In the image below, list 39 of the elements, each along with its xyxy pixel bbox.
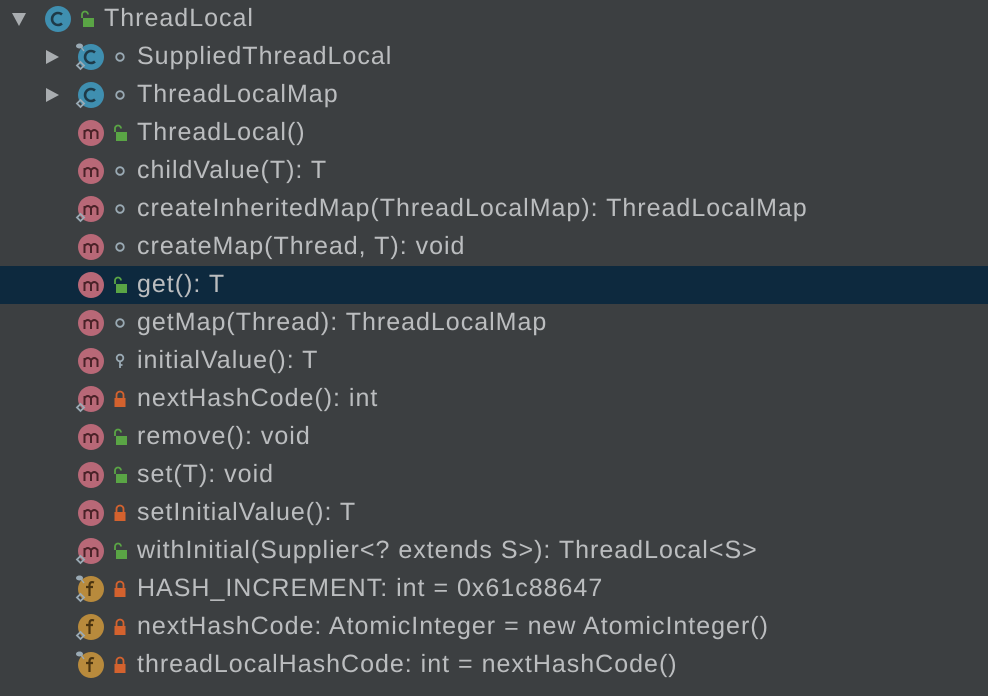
tree-item[interactable]: SuppliedThreadLocal [0,38,988,76]
tree-item-label: SuppliedThreadLocal [136,41,392,72]
tree-item[interactable]: ThreadLocal() [0,114,988,152]
tree-item-label: set(T): void [136,459,274,490]
tree-item-label: createMap(Thread, T): void [136,231,466,262]
tree-item[interactable]: createInheritedMap(ThreadLocalMap): ThreadLocalMap [0,190,988,228]
tree-item-label: threadLocalHashCode: int = nextHashCode() [136,649,678,680]
tree-item[interactable]: getMap(Thread): ThreadLocalMap [0,304,988,342]
tree-item[interactable]: remove(): void [0,418,988,456]
tree-item[interactable]: set(T): void [0,456,988,494]
tree-item-label: ThreadLocal() [136,117,306,148]
tree-item-label: withInitial(Supplier<? extends S>): ThreadLocal<S> [136,535,758,566]
tree-item-label: get(): T [136,269,226,300]
expand-arrow-icon[interactable] [44,49,60,65]
tree-item[interactable]: withInitial(Supplier<? extends S>): ThreadLocal<S> [0,532,988,570]
tree-item-label: ThreadLocalMap [136,79,339,110]
tree-item-label: remove(): void [136,421,311,452]
tree-item-label: createInheritedMap(ThreadLocalMap): ThreadLocalMap [136,193,808,224]
collapse-arrow-icon[interactable] [11,11,27,27]
tree-item[interactable]: nextHashCode(): int [0,380,988,418]
tree-item-label: childValue(T): T [136,155,328,186]
tree-item-label: setInitialValue(): T [136,497,356,528]
tree-item[interactable]: nextHashCode: AtomicInteger = new AtomicInteger() [0,608,988,646]
tree-item-label: initialValue(): T [136,345,318,376]
tree-item[interactable]: createMap(Thread, T): void [0,228,988,266]
tree-item[interactable]: initialValue(): T [0,342,988,380]
tree-item-label: getMap(Thread): ThreadLocalMap [136,307,548,338]
tree-item[interactable]: ThreadLocalMap [0,76,988,114]
tree-item[interactable]: HASH_INCREMENT: int = 0x61c88647 [0,570,988,608]
tree-item-label: nextHashCode: AtomicInteger = new AtomicInteger() [136,611,769,642]
expand-arrow-icon[interactable] [44,87,60,103]
tree-item[interactable]: get(): T [0,266,988,304]
tree-item[interactable]: childValue(T): T [0,152,988,190]
tree-item[interactable]: ThreadLocal [0,0,988,38]
tree-item-label: HASH_INCREMENT: int = 0x61c88647 [136,573,604,604]
tree-item[interactable]: setInitialValue(): T [0,494,988,532]
tree-item-label: ThreadLocal [103,3,254,34]
tree-item[interactable]: threadLocalHashCode: int = nextHashCode() [0,646,988,684]
tree-item-label: nextHashCode(): int [136,383,378,414]
